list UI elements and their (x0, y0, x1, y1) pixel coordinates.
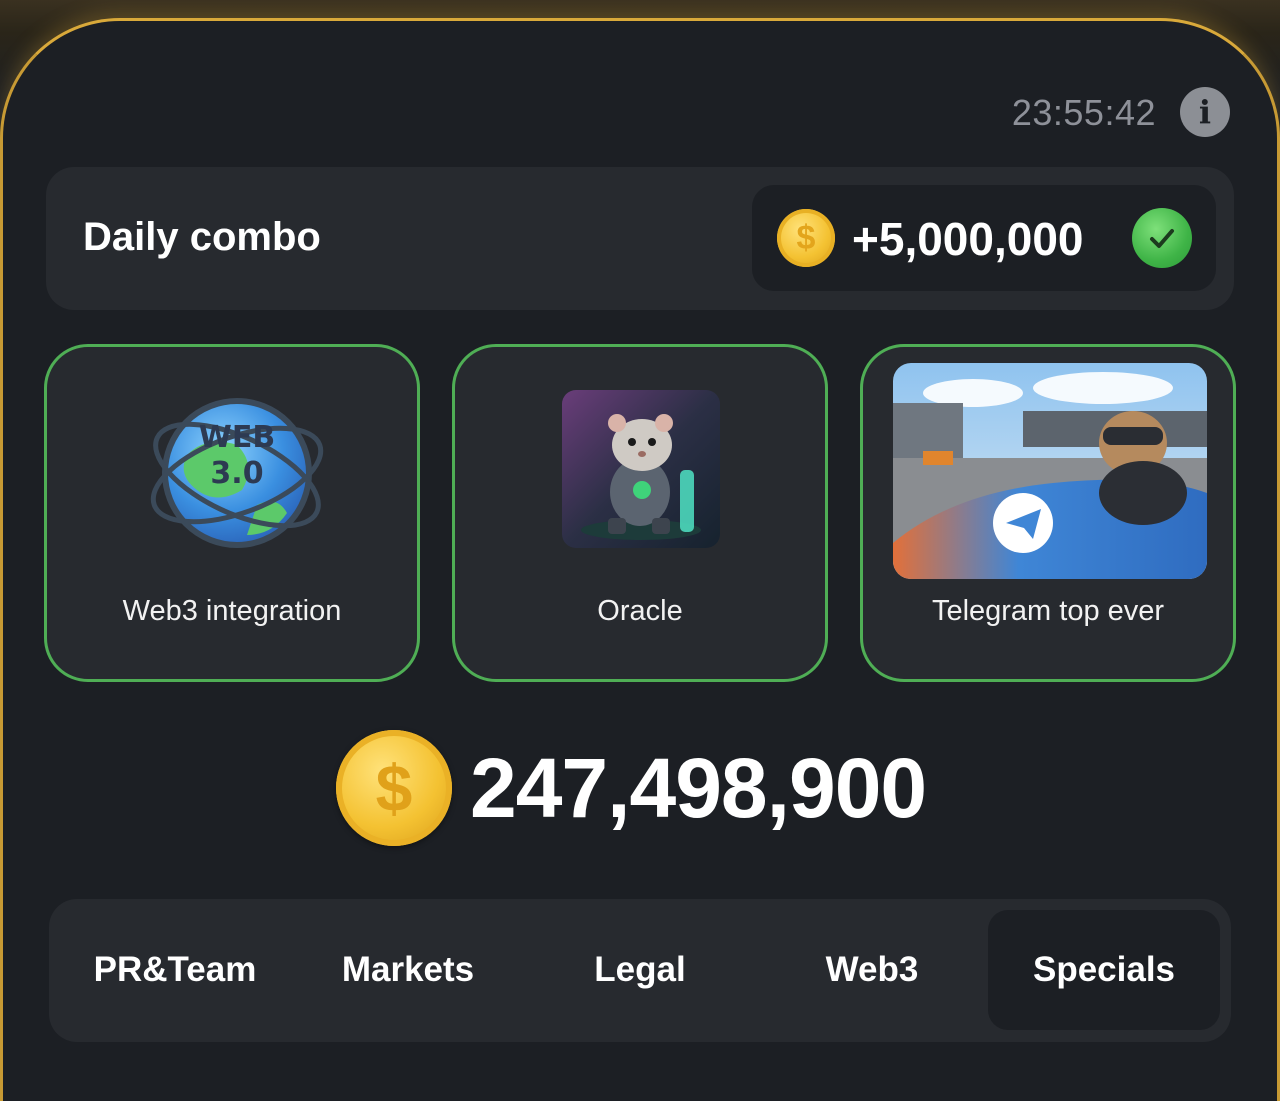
tab-legal[interactable]: Legal (524, 910, 756, 1030)
tab-markets[interactable]: Markets (292, 910, 524, 1030)
check-icon (1132, 208, 1192, 268)
card-label-oracle: Oracle (597, 595, 683, 627)
tab-specials[interactable]: Specials (988, 910, 1220, 1030)
coin-icon: $ (777, 209, 835, 267)
combo-card-oracle[interactable]: Oracle (452, 344, 828, 682)
reward-amount: +5,000,000 (852, 213, 1084, 265)
daily-combo-reward: $ +5,000,000 (752, 185, 1216, 291)
checkmark-glyph (1150, 229, 1174, 248)
tab-web3[interactable]: Web3 (756, 910, 988, 1030)
info-icon[interactable]: i (1180, 87, 1230, 137)
hamster-robot-image (562, 390, 720, 548)
combo-card-telegram-top-ever[interactable]: Telegram top ever (860, 344, 1236, 682)
web3-globe-text-2: 3.0 (210, 456, 263, 491)
balance-value: 247,498,900 (470, 741, 927, 835)
combo-timer: 23:55:42 (1011, 92, 1156, 133)
web3-globe-icon: WEB 3.0 (147, 395, 327, 551)
category-tabs: PR&Team Markets Legal Web3 Specials (49, 899, 1231, 1042)
card-label-web3-integration: Web3 integration (122, 595, 342, 627)
coin-icon: $ (336, 730, 452, 846)
card-label-telegram-top-ever: Telegram top ever (931, 595, 1165, 627)
tab-pr-team[interactable]: PR&Team (59, 910, 291, 1030)
web3-globe-text-1: WEB (199, 420, 275, 455)
combo-card-web3-integration[interactable]: WEB 3.0 Web3 integration (44, 344, 420, 682)
daily-combo-bar: Daily combo $ +5,000,000 (46, 167, 1234, 310)
hamster-race-car-image (893, 363, 1207, 579)
daily-combo-title: Daily combo (83, 215, 321, 259)
